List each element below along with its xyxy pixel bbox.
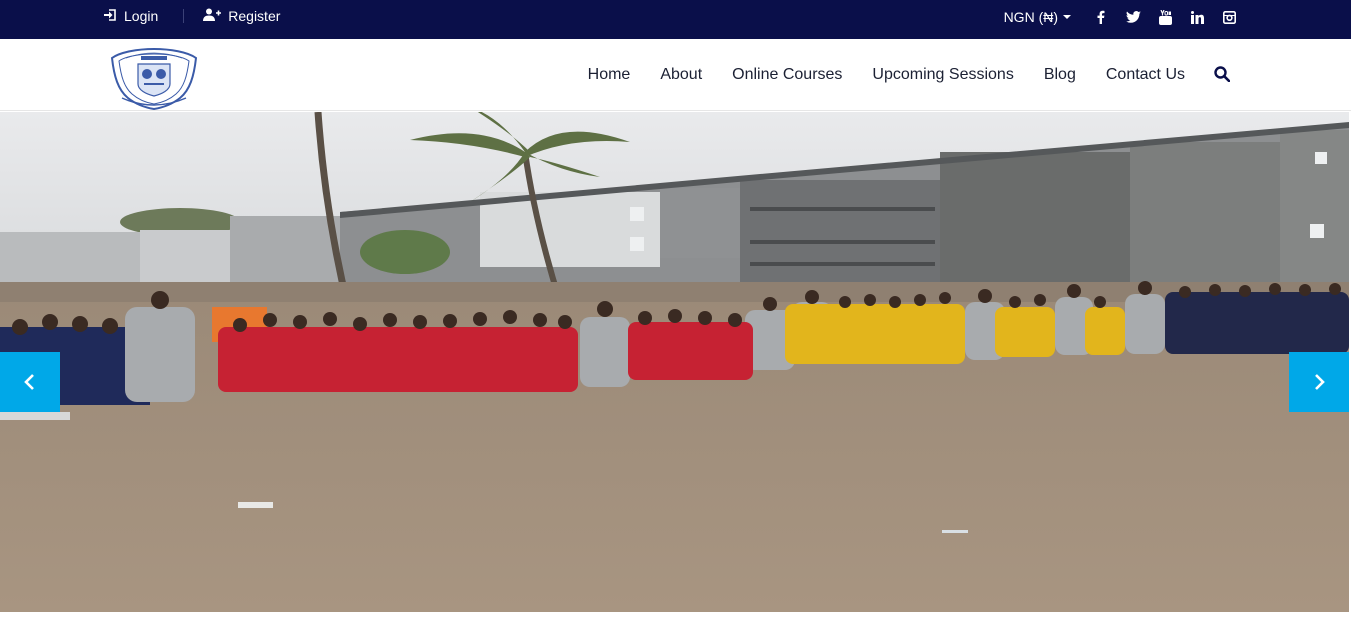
currency-label: NGN (₦): [1003, 9, 1058, 25]
login-link[interactable]: Login: [104, 8, 158, 24]
twitter-icon[interactable]: [1125, 9, 1141, 25]
nav-upcoming-sessions[interactable]: Upcoming Sessions: [872, 66, 1013, 84]
slider-prev-button[interactable]: [0, 352, 60, 412]
login-label: Login: [124, 8, 159, 24]
page-bottom: [0, 612, 1351, 635]
site-logo[interactable]: [108, 46, 200, 111]
nav-online-courses[interactable]: Online Courses: [732, 66, 842, 84]
caret-down-icon: [1063, 15, 1071, 19]
sign-in-icon: [104, 8, 117, 24]
slider-next-button[interactable]: [1289, 352, 1349, 412]
search-icon[interactable]: [1214, 66, 1231, 83]
nav-home[interactable]: Home: [588, 66, 631, 84]
user-plus-icon: [203, 8, 222, 24]
register-label: Register: [228, 8, 281, 24]
topbar-right: NGN (₦): [1004, 0, 1237, 34]
social-links: [1093, 9, 1237, 25]
facebook-icon[interactable]: [1093, 9, 1109, 25]
hero-image: [0, 112, 1349, 612]
instagram-icon[interactable]: [1221, 9, 1237, 25]
main-nav: Home About Online Courses Upcoming Sessi…: [588, 39, 1185, 111]
nav-blog[interactable]: Blog: [1044, 66, 1076, 84]
chevron-left-icon: [24, 374, 34, 390]
auth-links: Login Register: [104, 0, 280, 32]
divider: [183, 9, 185, 23]
linkedin-icon[interactable]: [1189, 9, 1205, 25]
currency-dropdown[interactable]: NGN (₦): [1004, 9, 1071, 25]
chevron-right-icon: [1315, 374, 1325, 390]
nav-about[interactable]: About: [660, 66, 702, 84]
main-header: Home About Online Courses Upcoming Sessi…: [0, 39, 1351, 111]
nav-contact-us[interactable]: Contact Us: [1106, 66, 1185, 84]
youtube-icon[interactable]: [1157, 9, 1173, 25]
top-bar: Login Register NGN (₦): [0, 0, 1351, 39]
register-link[interactable]: Register: [203, 8, 280, 24]
hero-slider: [0, 112, 1349, 612]
